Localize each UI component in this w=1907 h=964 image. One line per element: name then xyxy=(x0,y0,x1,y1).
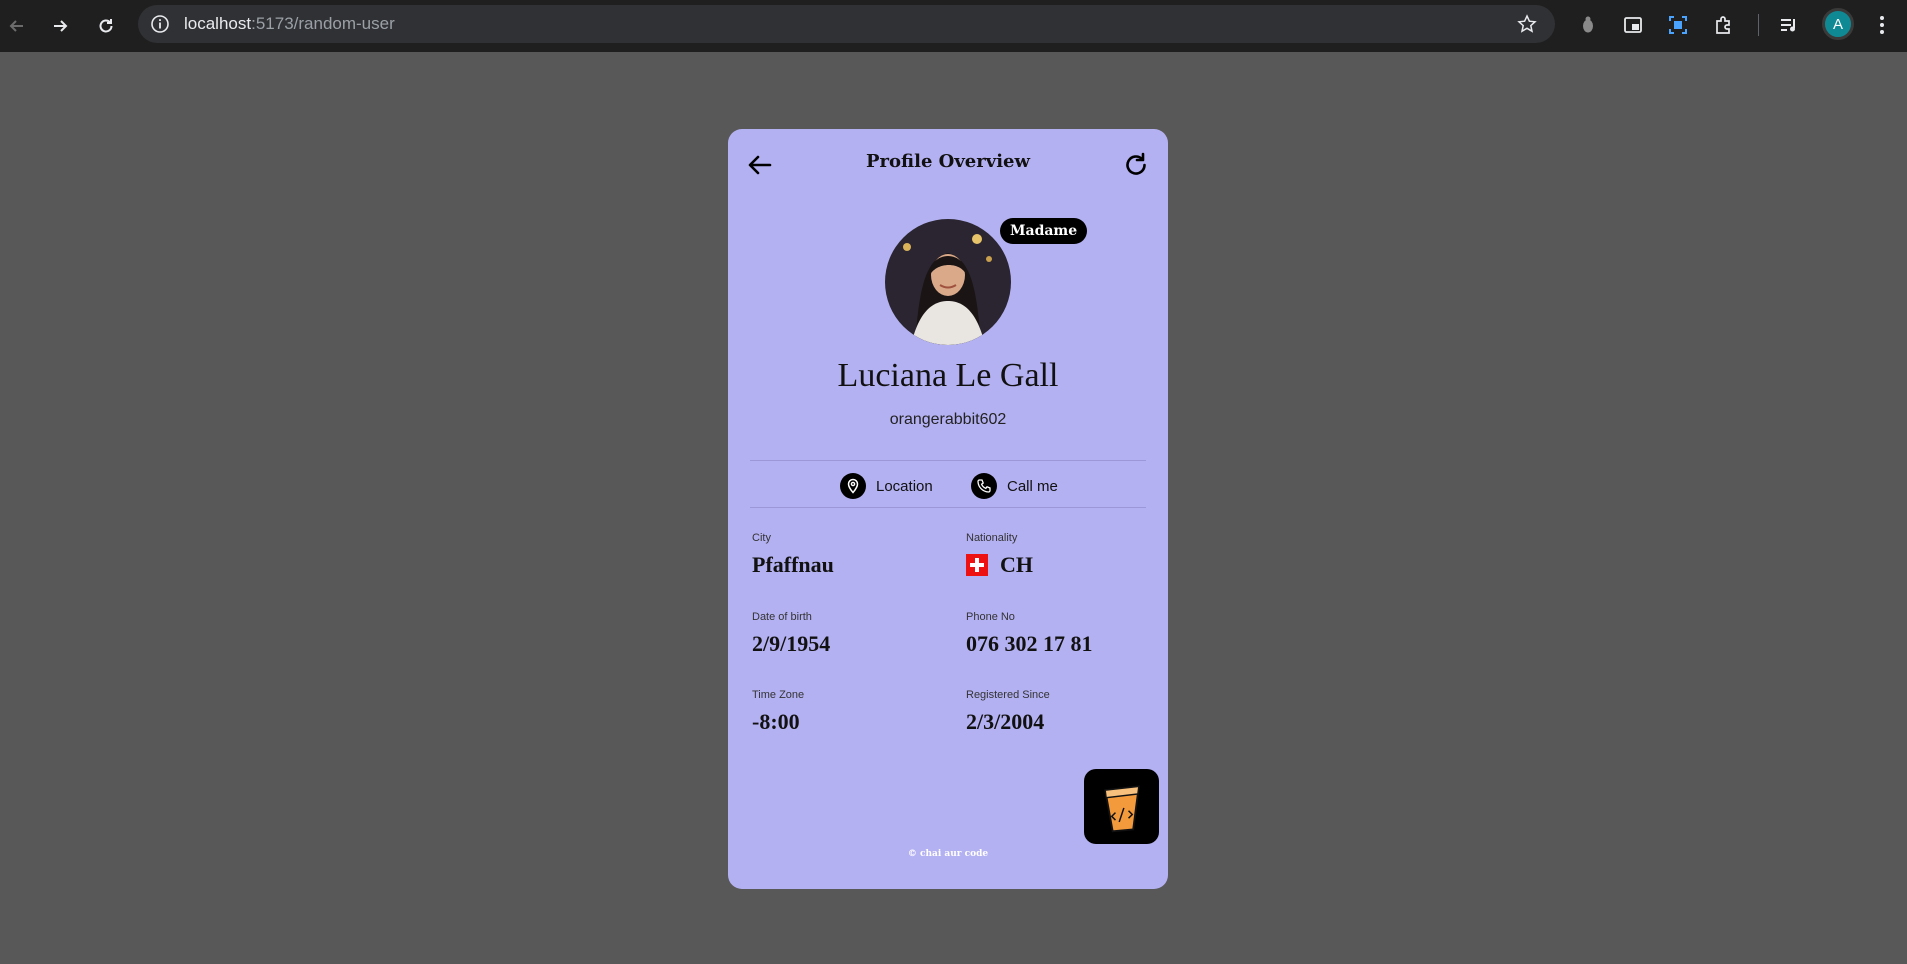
chai-cup-icon xyxy=(1103,784,1140,832)
nationality-value: CH xyxy=(1000,552,1033,577)
phone-icon xyxy=(971,473,997,499)
city-label: City xyxy=(752,532,771,544)
full-name: Luciana Le Gall xyxy=(837,357,1059,394)
field-nationality: Nationality CH xyxy=(966,532,1033,578)
back-nav-button[interactable] xyxy=(2,11,32,41)
divider-top xyxy=(750,460,1146,461)
swiss-flag-icon xyxy=(966,554,988,576)
info-icon[interactable] xyxy=(150,14,170,34)
reload-icon xyxy=(99,19,113,33)
bookmark-star-icon[interactable] xyxy=(1517,14,1537,34)
phone-value: 076 302 17 81 xyxy=(966,631,1093,656)
chai-aur-code-logo[interactable] xyxy=(1084,769,1159,844)
profile-photo xyxy=(885,219,1011,345)
kebab-menu-icon xyxy=(1880,16,1884,34)
profile-card: Profile Overview Madame Luciana Le Gall … xyxy=(728,129,1168,889)
extension-screenshot-button[interactable] xyxy=(1665,12,1691,38)
picture-in-picture-icon xyxy=(1624,17,1642,33)
arrow-left-icon xyxy=(9,20,23,32)
divider-bottom xyxy=(750,507,1146,508)
extension-pip-button[interactable] xyxy=(1620,12,1646,38)
url-text: localhost:5173/random-user xyxy=(184,14,395,34)
extension-bug-button[interactable] xyxy=(1575,12,1601,38)
footer-copyright: © chai aur code xyxy=(907,849,989,859)
refresh-icon[interactable] xyxy=(1122,151,1150,179)
url-path: :5173/random-user xyxy=(251,14,395,33)
username: orangerabbit602 xyxy=(889,411,1007,428)
dob-label: Date of birth xyxy=(752,611,812,623)
field-city: City Pfaffnau xyxy=(752,532,834,578)
registered-label: Registered Since xyxy=(966,689,1050,701)
browser-menu-button[interactable] xyxy=(1870,12,1894,38)
media-control-button[interactable] xyxy=(1776,12,1802,38)
bug-icon xyxy=(1583,16,1593,33)
reload-button[interactable] xyxy=(91,11,121,41)
field-registered: Registered Since 2/3/2004 xyxy=(966,689,1050,735)
field-dob: Date of birth 2/9/1954 xyxy=(752,611,830,657)
puzzle-icon xyxy=(1716,16,1730,34)
field-timezone: Time Zone -8:00 xyxy=(752,689,804,735)
location-label: Location xyxy=(876,477,933,495)
profile-avatar-button[interactable]: A xyxy=(1822,8,1854,40)
playlist-music-icon xyxy=(1781,19,1795,32)
toolbar-separator xyxy=(1758,14,1759,36)
screenshot-icon xyxy=(1669,16,1687,34)
url-host: localhost xyxy=(184,14,252,33)
address-bar[interactable]: localhost:5173/random-user xyxy=(138,5,1555,43)
nationality-label: Nationality xyxy=(966,532,1018,544)
city-value: Pfaffnau xyxy=(752,552,834,577)
card-header: Profile Overview xyxy=(728,129,1168,199)
card-title: Profile Overview xyxy=(866,151,1030,172)
phone-label: Phone No xyxy=(966,611,1015,623)
location-button[interactable]: Location xyxy=(840,472,933,500)
title-badge: Madame xyxy=(1000,218,1088,244)
forward-nav-button[interactable] xyxy=(45,11,75,41)
call-label: Call me xyxy=(1007,477,1058,495)
timezone-value: -8:00 xyxy=(752,709,800,734)
timezone-label: Time Zone xyxy=(752,689,805,701)
extensions-button[interactable] xyxy=(1710,12,1736,38)
registered-value: 2/3/2004 xyxy=(966,709,1045,734)
browser-toolbar: localhost:5173/random-user A xyxy=(0,0,1907,52)
map-pin-icon xyxy=(840,473,866,499)
dob-value: 2/9/1954 xyxy=(752,631,831,656)
field-phone: Phone No 076 302 17 81 xyxy=(966,611,1093,657)
call-button[interactable]: Call me xyxy=(971,472,1058,500)
arrow-right-icon xyxy=(54,20,68,32)
